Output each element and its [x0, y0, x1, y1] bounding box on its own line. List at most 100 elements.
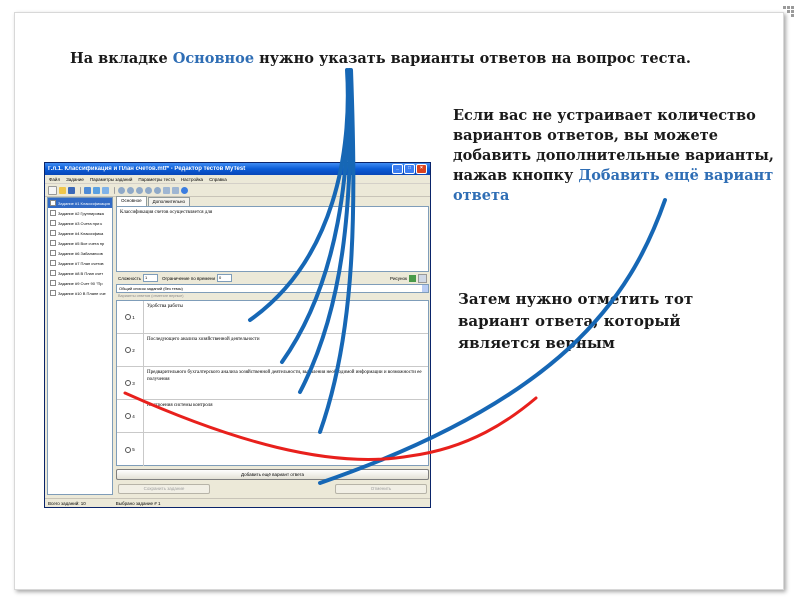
task-label: Задание #10 В Плане сче	[58, 290, 106, 296]
shuffle-icon[interactable]	[102, 186, 109, 194]
answer-number: 3	[132, 380, 135, 386]
image-clear-icon[interactable]	[418, 273, 427, 283]
task-item[interactable]: Задание #10 В Плане сче	[48, 288, 112, 298]
add-answer-button[interactable]: Добавить ещё вариант ответа	[116, 469, 429, 480]
answer-number: 1	[132, 314, 135, 320]
cancel-button[interactable]: Отменить	[335, 484, 427, 494]
slide-corner-mark	[783, 6, 794, 17]
maximize-button[interactable]: □	[404, 164, 415, 174]
menu-task[interactable]: Задание	[66, 177, 84, 182]
task-check-icon	[50, 200, 56, 206]
topic-select[interactable]: Общий список заданий (без темы)	[116, 284, 429, 293]
answer-text-field[interactable]: Построения системы контроля	[143, 400, 428, 432]
nav-prev-icon[interactable]	[136, 186, 143, 194]
nav-first-icon[interactable]	[127, 186, 134, 194]
answers-list: 1 Удобства работы 2 Последующего анализа…	[116, 300, 429, 466]
task-item[interactable]: Задание #4 Классифика	[48, 228, 112, 238]
open-folder-icon[interactable]	[59, 186, 66, 194]
menu-file[interactable]: Файл	[49, 177, 60, 182]
save-task-button[interactable]: Сохранить задание	[118, 484, 210, 494]
answer-number: 4	[132, 413, 135, 419]
radio-icon[interactable]	[125, 347, 132, 353]
filter-edit-icon[interactable]	[93, 186, 100, 194]
menubar: Файл Задание Параметры заданий Параметры…	[45, 175, 430, 184]
time-limit-stepper[interactable]: 0	[216, 274, 232, 282]
task-item[interactable]: Задание #3 Счета при к	[48, 218, 112, 228]
task-item[interactable]: Задание #8 В План счет	[48, 268, 112, 278]
task-check-icon	[50, 220, 56, 226]
tab-additional[interactable]: Дополнительно	[147, 197, 191, 206]
task-check-icon	[50, 260, 56, 266]
answer-text-field[interactable]: Удобства работы	[143, 301, 428, 333]
tab-main[interactable]: Основное	[116, 196, 147, 206]
task-label: Задание #1 Классификация	[58, 200, 110, 206]
radio-icon[interactable]	[125, 314, 132, 320]
window-title: Г.л.1. Классификация и План счетов.mtf* …	[48, 166, 246, 172]
task-item[interactable]: Задание #2 Группировка	[48, 208, 112, 218]
answer-text-field[interactable]	[143, 433, 428, 466]
task-label: Задание #8 В План счет	[58, 270, 104, 276]
caption-main-tab: На вкладке Основное нужно указать вариан…	[70, 50, 691, 67]
toolbar-separator	[114, 186, 115, 194]
editor-tabs: Основное Дополнительно	[116, 196, 429, 206]
task-item[interactable]: Задание #6 Забалансов	[48, 248, 112, 258]
task-editor: Основное Дополнительно Классификация сче…	[116, 196, 429, 495]
answer-marker[interactable]: 4	[117, 400, 143, 432]
caption-mark-correct: Затем нужно отметить тот вариант ответа,…	[458, 290, 694, 352]
status-selected: Выбрано задание # 1	[115, 500, 161, 506]
task-check-icon	[50, 290, 56, 296]
caption-text: нужно указать варианты ответов на вопрос…	[254, 50, 691, 67]
nav-next-icon[interactable]	[145, 186, 152, 194]
statusbar: Всего заданий: 10 Выбрано задание # 1	[45, 498, 430, 507]
task-label: Задание #7 План счетов	[58, 260, 104, 266]
print-icon[interactable]	[172, 186, 179, 194]
task-item[interactable]: Задание #9 Счет 90 "Пр	[48, 278, 112, 288]
answer-row: 1 Удобства работы	[117, 301, 428, 334]
task-label: Задание #3 Счета при к	[58, 220, 103, 226]
answer-row: 2 Последующего анализа хозяйственной дея…	[117, 334, 428, 367]
editor-actions: Сохранить задание Отменить	[116, 484, 429, 494]
menu-task-params[interactable]: Параметры заданий	[90, 177, 132, 182]
status-total: Всего заданий: 10	[48, 500, 86, 506]
radio-icon[interactable]	[125, 380, 132, 386]
menu-help[interactable]: Справка	[209, 177, 227, 182]
new-file-icon[interactable]	[48, 185, 57, 195]
difficulty-label: Сложность	[118, 275, 142, 281]
picture-label: Рисунок	[390, 275, 407, 281]
task-label: Задание #4 Классифика	[58, 230, 104, 236]
menu-settings[interactable]: Настройка	[181, 177, 203, 182]
radio-icon[interactable]	[125, 413, 132, 419]
filter-icon[interactable]	[84, 186, 91, 194]
answer-marker[interactable]: 2	[117, 334, 143, 366]
minimize-button[interactable]: _	[392, 164, 403, 174]
answer-text-field[interactable]: Предварительного бухгалтерского анализа …	[143, 367, 428, 399]
settings-icon[interactable]	[118, 186, 125, 194]
close-button[interactable]: ×	[416, 164, 427, 174]
time-limit-label: Ограничение по времени	[162, 275, 215, 281]
answer-row: 5	[117, 433, 428, 466]
help-icon[interactable]	[181, 186, 188, 194]
task-item[interactable]: Задание #7 План счетов	[48, 258, 112, 268]
menu-test-params[interactable]: Параметры теста	[138, 177, 175, 182]
answer-marker[interactable]: 3	[117, 367, 143, 399]
task-params-row: Сложность 1 Ограничение по времени 0 Рис…	[116, 272, 429, 284]
task-check-icon	[50, 250, 56, 256]
refresh-icon[interactable]	[163, 186, 170, 194]
task-item[interactable]: Задание #1 Классификация	[48, 198, 112, 208]
caption-text: На вкладке	[70, 50, 173, 67]
difficulty-stepper[interactable]: 1	[143, 274, 159, 282]
toolbar	[45, 184, 430, 197]
answer-number: 2	[132, 347, 135, 353]
answer-row: 4 Построения системы контроля	[117, 400, 428, 433]
save-icon[interactable]	[68, 186, 75, 194]
answer-marker[interactable]: 1	[117, 301, 143, 333]
answer-text-field[interactable]: Последующего анализа хозяйственной деяте…	[143, 334, 428, 366]
answer-marker[interactable]: 5	[117, 433, 143, 466]
question-text-field[interactable]: Классификация счетов осуществляется для	[116, 206, 429, 272]
nav-last-icon[interactable]	[154, 186, 161, 194]
radio-icon[interactable]	[125, 446, 132, 453]
image-add-icon[interactable]	[409, 274, 416, 282]
task-item[interactable]: Задание #5 Все счета пр	[48, 238, 112, 248]
task-label: Задание #9 Счет 90 "Пр	[58, 280, 103, 286]
task-label: Задание #6 Забалансов	[58, 250, 103, 256]
